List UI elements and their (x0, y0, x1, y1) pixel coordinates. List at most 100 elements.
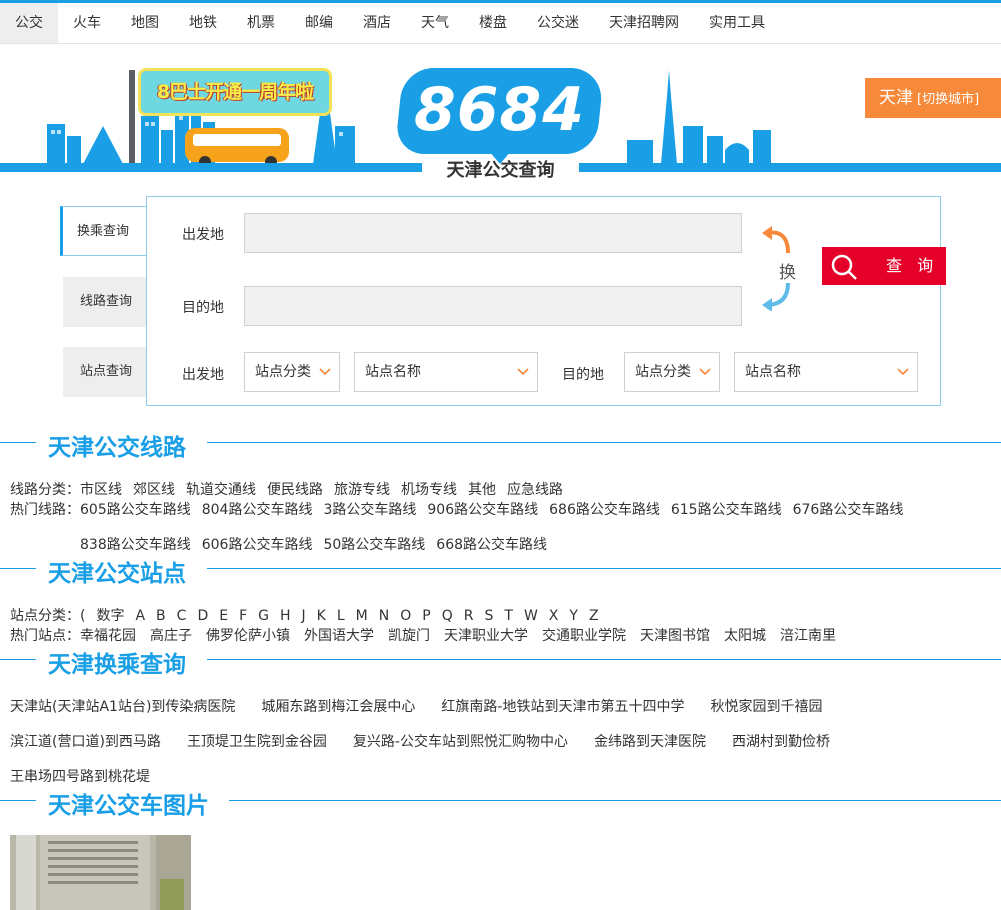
line-category-link[interactable]: 轨道交通线 (186, 482, 256, 498)
hot-line-link[interactable]: 50路公交车路线 (323, 537, 425, 553)
tab-station[interactable]: 站点查询 (63, 347, 149, 397)
nav-item-train[interactable]: 火车 (58, 3, 116, 43)
hot-line-link[interactable]: 804路公交车路线 (202, 502, 313, 518)
letter-link[interactable]: X (549, 608, 559, 624)
hot-station-link[interactable]: 幸福花园 (80, 628, 136, 644)
letter-link[interactable]: Z (589, 608, 599, 624)
bus-photo-thumbnail[interactable] (10, 835, 191, 910)
hot-station-link[interactable]: 交通职业学院 (542, 628, 626, 644)
letter-link[interactable]: N (379, 608, 389, 624)
nav-item-hotel[interactable]: 酒店 (348, 3, 406, 43)
line-category-label: 线路分类： (10, 482, 80, 498)
hot-station-link[interactable]: 外国语大学 (304, 628, 374, 644)
line-category-link[interactable]: 机场专线 (401, 482, 457, 498)
to-input[interactable] (244, 286, 742, 326)
line-category-link[interactable]: 旅游专线 (334, 482, 390, 498)
switch-city-button[interactable]: 天津 [切换城市] (865, 78, 1001, 118)
section-title-transfer: 天津换乘查询 (48, 652, 186, 678)
letter-link[interactable]: R (464, 608, 474, 624)
hot-line-link[interactable]: 3路公交车路线 (323, 502, 416, 518)
hot-line-link[interactable]: 615路公交车路线 (671, 502, 782, 518)
letter-link[interactable]: E (219, 608, 228, 624)
nav-item-realestate[interactable]: 楼盘 (464, 3, 522, 43)
nav-item-tools[interactable]: 实用工具 (694, 3, 780, 43)
from-station-name-select[interactable]: 站点名称 (354, 352, 538, 392)
transfer-link[interactable]: 城厢东路到梅江会展中心 (261, 699, 415, 715)
nav-item-postcode[interactable]: 邮编 (290, 3, 348, 43)
hot-station-link[interactable]: 天津职业大学 (444, 628, 528, 644)
tab-line[interactable]: 线路查询 (63, 277, 149, 327)
letter-link[interactable]: J (302, 608, 306, 624)
transfer-link[interactable]: 西湖村到勤俭桥 (732, 734, 830, 750)
hot-line-link[interactable]: 605路公交车路线 (80, 502, 191, 518)
letter-link[interactable]: K (317, 608, 326, 624)
line-category-link[interactable]: 其他 (468, 482, 496, 498)
section-divider (207, 568, 1001, 569)
hot-line-link[interactable]: 686路公交车路线 (549, 502, 660, 518)
site-logo[interactable]: 8684 (399, 70, 600, 150)
transfer-link[interactable]: 红旗南路-地铁站到天津市第五十四中学 (441, 699, 684, 715)
letter-link[interactable]: L (337, 608, 345, 624)
letter-link[interactable]: Q (442, 608, 453, 624)
chevron-down-icon (897, 368, 909, 376)
letter-link[interactable]: P (422, 608, 430, 624)
from-input[interactable] (244, 213, 742, 253)
to-station-category-select[interactable]: 站点分类 (624, 352, 720, 392)
letter-link[interactable]: B (156, 608, 166, 624)
transfer-link[interactable]: 滨江道(营口道)到西马路 (10, 734, 161, 750)
query-button[interactable]: 查 询 (822, 247, 946, 285)
letter-link[interactable]: Y (569, 608, 578, 624)
letter-link[interactable]: T (504, 608, 513, 624)
transfer-link[interactable]: 复兴路-公交车站到熙悦汇购物中心 (353, 734, 568, 750)
hot-line-link[interactable]: 676路公交车路线 (793, 502, 904, 518)
transfer-link[interactable]: 天津站(天津站A1站台)到传染病医院 (10, 699, 235, 715)
transfer-link[interactable]: 金纬路到天津医院 (594, 734, 706, 750)
letter-link[interactable]: ( (80, 608, 85, 624)
section-divider (207, 442, 1001, 443)
line-category-link[interactable]: 应急线路 (507, 482, 563, 498)
nav-item-map[interactable]: 地图 (116, 3, 174, 43)
tab-transfer[interactable]: 换乘查询 (60, 206, 146, 256)
letter-link[interactable]: W (524, 608, 538, 624)
hot-station-link[interactable]: 太阳城 (724, 628, 766, 644)
letter-link[interactable]: 数字 (96, 608, 124, 624)
line-category-link[interactable]: 市区线 (80, 482, 122, 498)
hot-station-link[interactable]: 佛罗伦萨小镇 (206, 628, 290, 644)
letter-link[interactable]: A (135, 608, 145, 624)
nav-item-bus[interactable]: 公交 (0, 3, 58, 43)
hot-line-link[interactable]: 906路公交车路线 (427, 502, 538, 518)
nav-item-flight[interactable]: 机票 (232, 3, 290, 43)
hot-station-link[interactable]: 凯旋门 (388, 628, 430, 644)
line-category-link[interactable]: 便民线路 (267, 482, 323, 498)
letter-link[interactable]: C (177, 608, 187, 624)
transfer-link[interactable]: 王串场四号路到桃花堤 (10, 769, 150, 785)
page-title: 天津公交查询 (446, 160, 555, 181)
transfer-row: 天津站(天津站A1站台)到传染病医院 城厢东路到梅江会展中心 红旗南路-地铁站到天津… (10, 696, 848, 716)
select-value: 站点分类 (635, 364, 691, 380)
letter-link[interactable]: F (239, 608, 247, 624)
swap-label[interactable]: 换 (779, 258, 796, 283)
nav-item-weather[interactable]: 天气 (406, 3, 464, 43)
line-category-link[interactable]: 郊区线 (133, 482, 175, 498)
letter-link[interactable]: H (280, 608, 291, 624)
hot-line-link[interactable]: 606路公交车路线 (202, 537, 313, 553)
hot-line-link[interactable]: 838路公交车路线 (80, 537, 191, 553)
hot-station-link[interactable]: 涪江南里 (780, 628, 836, 644)
letter-link[interactable]: G (258, 608, 269, 624)
hot-station-link[interactable]: 高庄子 (150, 628, 192, 644)
transfer-link[interactable]: 秋悦家园到千禧园 (710, 699, 822, 715)
hot-line-link[interactable]: 668路公交车路线 (436, 537, 547, 553)
letter-link[interactable]: D (197, 608, 208, 624)
letter-link[interactable]: M (356, 608, 368, 624)
nav-item-busfan[interactable]: 公交迷 (522, 3, 594, 43)
letter-link[interactable]: S (485, 608, 494, 624)
nav-item-jobs[interactable]: 天津招聘网 (594, 3, 694, 43)
nav-item-subway[interactable]: 地铁 (174, 3, 232, 43)
transfer-link[interactable]: 王顶堤卫生院到金谷园 (187, 734, 327, 750)
station-from-label: 出发地 (182, 367, 224, 383)
top-nav: 公交 火车 地图 地铁 机票 邮编 酒店 天气 楼盘 公交迷 天津招聘网 实用工… (0, 0, 1001, 44)
from-station-category-select[interactable]: 站点分类 (244, 352, 340, 392)
letter-link[interactable]: O (400, 608, 411, 624)
hot-station-link[interactable]: 天津图书馆 (640, 628, 710, 644)
to-station-name-select[interactable]: 站点名称 (734, 352, 918, 392)
